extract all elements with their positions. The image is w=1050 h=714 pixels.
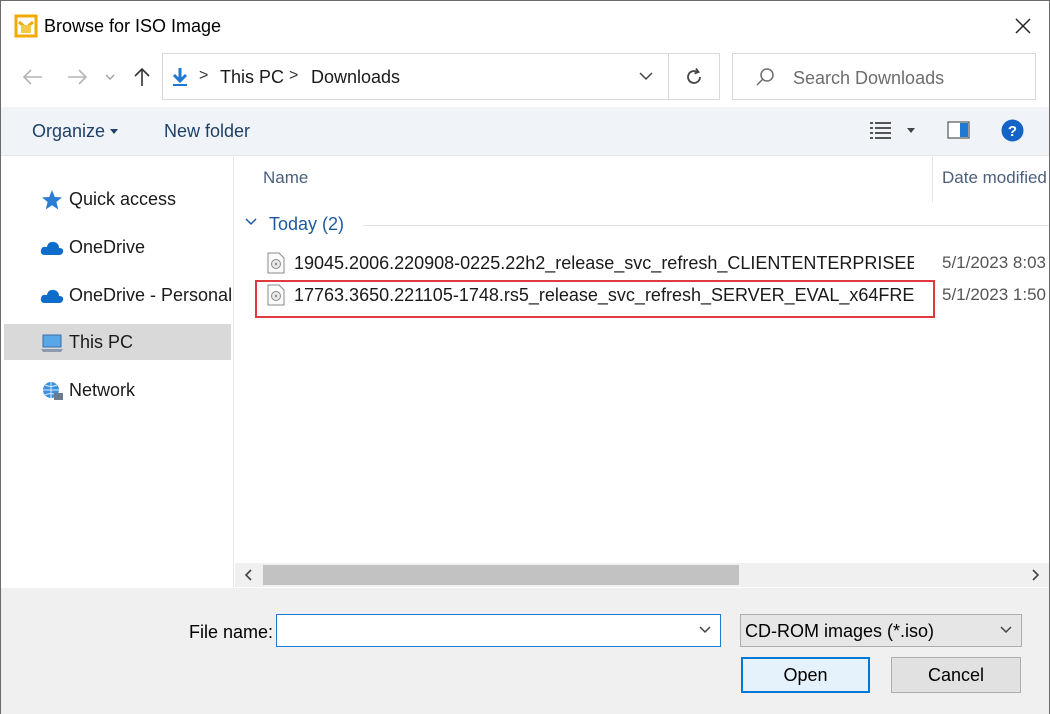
sidebar-item-onedrive-personal[interactable]: OneDrive - Personal <box>4 277 233 313</box>
cloud-icon <box>40 241 64 255</box>
chevron-down-icon[interactable] <box>698 625 712 635</box>
file-row[interactable]: 17763.3650.221105-1748.rs5_release_svc_r… <box>235 278 1049 310</box>
search-placeholder: Search Downloads <box>793 68 945 88</box>
downloads-icon <box>172 68 188 86</box>
chevron-down-icon <box>105 74 115 80</box>
breadcrumb-separator-icon: > <box>199 67 209 84</box>
sidebar-item-label: Quick access <box>69 189 177 209</box>
svg-text:?: ? <box>1008 123 1017 140</box>
search-icon <box>756 68 774 86</box>
file-name: 19045.2006.220908-0225.22h2_release_svc_… <box>294 253 914 273</box>
back-button[interactable] <box>19 63 47 91</box>
close-icon <box>1015 18 1031 34</box>
help-icon[interactable]: ? <box>1001 119 1024 142</box>
view-caret-icon[interactable] <box>907 128 915 133</box>
sidebar-item-label: OneDrive <box>69 237 146 257</box>
horizontal-scrollbar[interactable] <box>235 563 1049 587</box>
group-header-today[interactable]: Today (2) <box>245 213 1049 237</box>
breadcrumb-separator-icon: > <box>289 67 299 84</box>
address-bar[interactable]: > This PC > Downloads <box>162 53 669 100</box>
sidebar-item-onedrive[interactable]: OneDrive <box>4 229 231 265</box>
file-row[interactable]: 19045.2006.220908-0225.22h2_release_svc_… <box>235 246 1049 278</box>
disc-image-icon <box>267 252 285 274</box>
vmware-logo-icon <box>14 14 38 38</box>
arrow-right-icon <box>68 69 88 85</box>
cloud-icon <box>40 289 64 303</box>
view-options-icon[interactable] <box>869 120 893 140</box>
file-name-label: File name: <box>189 622 274 642</box>
file-date: 5/1/2023 8:03 <box>942 253 1046 272</box>
breadcrumb-this-pc[interactable]: This PC <box>220 67 284 88</box>
scroll-left-button[interactable] <box>241 567 257 583</box>
column-header-date-modified[interactable]: Date modified <box>942 168 1047 188</box>
open-button[interactable]: Open <box>741 657 870 693</box>
dialog-title: Browse for ISO Image <box>44 16 222 36</box>
sidebar-item-label: OneDrive - Personal <box>69 285 233 305</box>
sidebar-item-network[interactable]: Network <box>4 372 231 408</box>
dialog-footer <box>1 588 1049 714</box>
organize-button[interactable]: Organize <box>32 121 105 142</box>
browse-iso-dialog: Browse for ISO Image > This PC > Downloa… <box>0 0 1050 714</box>
computer-icon <box>41 334 63 352</box>
forward-button[interactable] <box>63 63 91 91</box>
cancel-button[interactable]: Cancel <box>891 657 1021 693</box>
chevron-down-icon <box>245 218 257 226</box>
group-divider <box>363 225 1049 226</box>
breadcrumb-downloads[interactable]: Downloads <box>311 67 400 88</box>
file-list: Name Date modified Today (2) 19045.2006.… <box>235 157 1049 562</box>
file-type-value: CD-ROM images (*.iso) <box>745 621 935 641</box>
chevron-right-icon <box>1032 569 1039 581</box>
group-label: Today (2) <box>269 214 345 234</box>
navigation-pane: Quick access OneDrive OneDrive - Persona… <box>1 157 234 587</box>
arrow-left-icon <box>22 69 42 85</box>
close-button[interactable] <box>1001 7 1045 45</box>
file-type-select[interactable]: CD-ROM images (*.iso) <box>740 614 1022 647</box>
preview-pane-icon[interactable] <box>947 121 970 139</box>
sidebar-item-this-pc[interactable]: This PC <box>4 324 231 360</box>
chevron-down-icon <box>1000 626 1012 634</box>
search-box[interactable]: Search Downloads <box>732 53 1036 100</box>
file-name-input[interactable] <box>276 614 721 647</box>
refresh-button[interactable] <box>669 53 720 100</box>
organize-caret-icon <box>110 129 118 134</box>
file-name: 17763.3650.221105-1748.rs5_release_svc_r… <box>294 285 914 305</box>
star-icon <box>42 190 62 210</box>
file-date: 5/1/2023 1:50 <box>942 285 1046 304</box>
sidebar-item-label: This PC <box>69 332 134 352</box>
up-button[interactable] <box>128 63 156 91</box>
scrollbar-thumb[interactable] <box>263 565 739 585</box>
refresh-icon <box>687 67 701 84</box>
title-bar: Browse for ISO Image <box>1 1 1049 51</box>
scroll-right-button[interactable] <box>1027 567 1043 583</box>
arrow-up-icon <box>134 67 150 86</box>
sidebar-item-label: Network <box>69 380 136 400</box>
sidebar-item-quick-access[interactable]: Quick access <box>4 181 231 217</box>
disc-image-icon <box>267 284 285 306</box>
column-header-name[interactable]: Name <box>263 168 308 188</box>
chevron-left-icon <box>245 569 252 581</box>
column-divider[interactable] <box>932 157 933 202</box>
chevron-down-icon[interactable] <box>638 68 654 84</box>
network-icon <box>43 382 63 400</box>
recent-locations-button[interactable] <box>100 63 120 91</box>
new-folder-button[interactable]: New folder <box>164 121 250 142</box>
